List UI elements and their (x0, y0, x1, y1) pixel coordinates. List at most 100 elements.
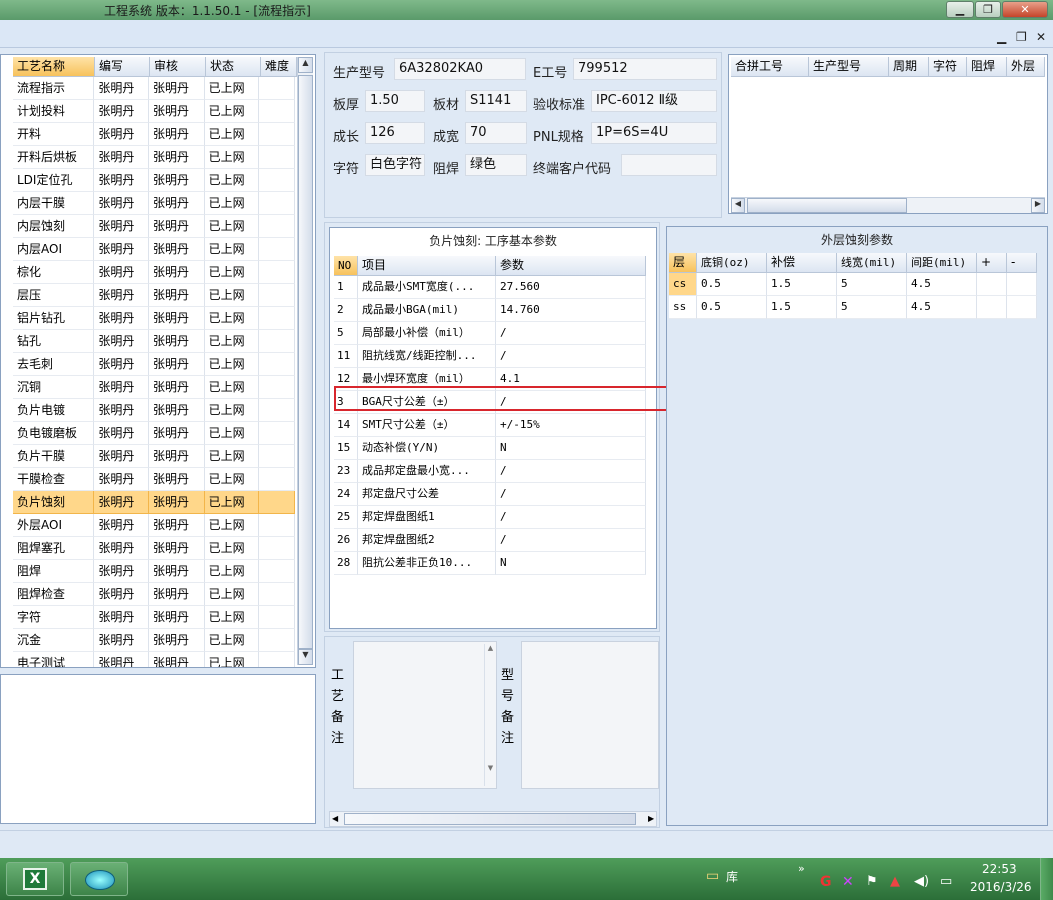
table-row[interactable]: 24 邦定盘尺寸公差 / (334, 483, 648, 506)
table-row[interactable]: 钻孔 张明丹 张明丹 已上网 (13, 330, 295, 353)
table-row[interactable]: 23 成品邦定盘最小宽... / (334, 460, 648, 483)
cell-item[interactable]: 成品邦定盘最小宽... (358, 460, 496, 483)
col-merge-char[interactable]: 字符 (929, 57, 967, 77)
cell-process-name[interactable]: 负电镀磨板 (13, 422, 95, 445)
model-field[interactable]: 6A32802KA0 (394, 58, 526, 80)
cell-writer[interactable]: 张明丹 (94, 629, 150, 652)
table-row[interactable]: 15 动态补偿(Y/N) N (334, 437, 648, 460)
folder-label[interactable]: 库 (726, 868, 738, 885)
eno-field[interactable]: 799512 (573, 58, 717, 80)
mdi-restore-icon[interactable]: ❐ (1016, 30, 1027, 44)
cell-status[interactable]: 已上网 (204, 100, 260, 123)
col-merge-outer[interactable]: 外层 (1007, 57, 1045, 77)
thickness-field[interactable]: 1.50 (365, 90, 425, 112)
table-row[interactable]: 内层AOI 张明丹 张明丹 已上网 (13, 238, 295, 261)
cell-process-name[interactable]: 负片干膜 (13, 445, 95, 468)
cell-process-name[interactable]: 字符 (13, 606, 95, 629)
cell-linewidth[interactable]: 5 (837, 273, 907, 296)
table-row[interactable]: 棕化 张明丹 张明丹 已上网 (13, 261, 295, 284)
cell-no[interactable]: 24 (334, 483, 358, 506)
cell-writer[interactable]: 张明丹 (94, 583, 150, 606)
cell-difficulty[interactable] (259, 514, 295, 537)
cell-process-name[interactable]: 阻焊塞孔 (13, 537, 95, 560)
cell-writer[interactable]: 张明丹 (94, 491, 150, 514)
table-row[interactable]: 1 成品最小SMT宽度(... 27.560 (334, 276, 648, 299)
cell-process-name[interactable]: 阻焊检查 (13, 583, 95, 606)
cell-reviewer[interactable]: 张明丹 (149, 123, 205, 146)
mdi-close-icon[interactable]: ✕ (1036, 30, 1046, 44)
cell-reviewer[interactable]: 张明丹 (149, 514, 205, 537)
table-row[interactable]: 26 邦定焊盘图纸2/ (334, 529, 648, 552)
table-row[interactable]: 去毛刺 张明丹 张明丹 已上网 (13, 353, 295, 376)
tray-x-icon[interactable]: ✕ (842, 874, 854, 890)
scroll-down-icon[interactable]: ▼ (298, 649, 313, 665)
cell-status[interactable]: 已上网 (204, 146, 260, 169)
cell-reviewer[interactable]: 张明丹 (149, 445, 205, 468)
cell-status[interactable]: 已上网 (204, 123, 260, 146)
col-writer[interactable]: 编写 (95, 57, 150, 77)
cell-writer[interactable]: 张明丹 (94, 537, 150, 560)
cell-difficulty[interactable] (259, 652, 295, 667)
table-row[interactable]: 沉铜 张明丹 张明丹 已上网 (13, 376, 295, 399)
cell-status[interactable]: 已上网 (204, 238, 260, 261)
cell-no[interactable]: 28 (334, 552, 358, 575)
cell-process-name[interactable]: 负片蚀刻 (13, 491, 95, 514)
volume-icon[interactable]: ◀) (914, 874, 929, 889)
cell-reviewer[interactable]: 张明丹 (149, 560, 205, 583)
table-row[interactable]: 流程指示 张明丹 张明丹 已上网 (13, 77, 295, 100)
cell-no[interactable]: 15 (334, 437, 358, 460)
cell-reviewer[interactable]: 张明丹 (149, 376, 205, 399)
cell-writer[interactable]: 张明丹 (94, 652, 150, 667)
cell-writer[interactable]: 张明丹 (94, 192, 150, 215)
cell-reviewer[interactable]: 张明丹 (149, 422, 205, 445)
cell-param[interactable]: 14.760 (496, 299, 646, 322)
col-process-name[interactable]: 工艺名称 (13, 57, 95, 77)
width-field[interactable]: 70 (465, 122, 527, 144)
minimize-button[interactable]: ▁ (946, 1, 974, 18)
cell-writer[interactable]: 张明丹 (94, 514, 150, 537)
cell-writer[interactable]: 张明丹 (94, 100, 150, 123)
cell-reviewer[interactable]: 张明丹 (149, 606, 205, 629)
cell-param[interactable]: / (496, 483, 646, 506)
cell-status[interactable]: 已上网 (204, 560, 260, 583)
cell-process-name[interactable]: 棕化 (13, 261, 95, 284)
table-row[interactable]: 开料后烘板 张明丹 张明丹 已上网 (13, 146, 295, 169)
cell-param[interactable]: / (496, 529, 646, 552)
pnl-field[interactable]: 1P=6S=4U (591, 122, 717, 144)
cell-process-name[interactable]: 铝片钻孔 (13, 307, 95, 330)
cell-difficulty[interactable] (259, 583, 295, 606)
cell-reviewer[interactable]: 张明丹 (149, 284, 205, 307)
table-row[interactable]: 25 邦定焊盘图纸1/ (334, 506, 648, 529)
cell-status[interactable]: 已上网 (204, 422, 260, 445)
note-scrollbar[interactable]: ▲ ▼ (484, 644, 496, 786)
table-row[interactable]: 计划投料 张明丹 张明丹 已上网 (13, 100, 295, 123)
cell-reviewer[interactable]: 张明丹 (149, 238, 205, 261)
cell-item[interactable]: 阻抗公差非正负10... (358, 552, 496, 575)
table-row[interactable]: 字符 张明丹 张明丹 已上网 (13, 606, 295, 629)
cell-writer[interactable]: 张明丹 (94, 284, 150, 307)
cell-reviewer[interactable]: 张明丹 (149, 353, 205, 376)
cell-no[interactable]: 5 (334, 322, 358, 345)
cell-writer[interactable]: 张明丹 (94, 307, 150, 330)
cell-status[interactable]: 已上网 (204, 629, 260, 652)
cell-reviewer[interactable]: 张明丹 (149, 169, 205, 192)
process-note-field[interactable]: ▲ ▼ (353, 641, 497, 789)
col-merge-mask[interactable]: 阻焊 (967, 57, 1007, 77)
cell-reviewer[interactable]: 张明丹 (149, 491, 205, 514)
table-row[interactable]: 开料 张明丹 张明丹 已上网 (13, 123, 295, 146)
cell-difficulty[interactable] (259, 192, 295, 215)
table-row[interactable]: 负片干膜 张明丹 张明丹 已上网 (13, 445, 295, 468)
cell-layer[interactable]: cs (669, 273, 697, 296)
cell-copper[interactable]: 0.5 (697, 273, 767, 296)
cell-reviewer[interactable]: 张明丹 (149, 537, 205, 560)
cell-param[interactable]: +/-15% (496, 414, 646, 437)
table-row[interactable]: 沉金 张明丹 张明丹 已上网 (13, 629, 295, 652)
hscroll-thumb[interactable] (344, 813, 636, 825)
char-field[interactable]: 白色字符 (365, 154, 425, 176)
cell-linewidth[interactable]: 5 (837, 296, 907, 319)
cell-no[interactable]: 23 (334, 460, 358, 483)
close-button[interactable]: ✕ (1002, 1, 1048, 18)
cell-difficulty[interactable] (259, 560, 295, 583)
cell-item[interactable]: 局部最小补偿（mil） (358, 322, 496, 345)
cell-difficulty[interactable] (259, 537, 295, 560)
